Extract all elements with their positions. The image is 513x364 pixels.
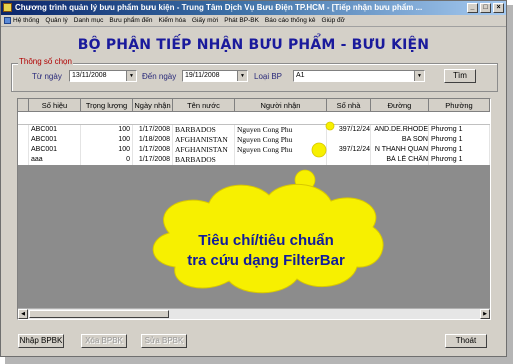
- callout-line-2: tra cứu dạng FilterBar: [187, 252, 345, 269]
- edit-button[interactable]: Sửa BPBK: [141, 334, 187, 348]
- app-window: Chương trình quản lý bưu phẩm bưu kiện -…: [0, 0, 507, 357]
- callout-bubble-small: [325, 121, 335, 131]
- callout-text: Tiêu chí/tiêu chuẩn tra cứu dạng FilterB…: [161, 231, 371, 271]
- callout-bubble-medium: [311, 142, 327, 158]
- window-shadow-right: [507, 5, 513, 360]
- callout-line-1: Tiêu chí/tiêu chuẩn: [198, 232, 334, 249]
- import-button[interactable]: Nhập BPBK: [18, 334, 64, 348]
- window-shadow-bottom: [5, 357, 513, 364]
- exit-button[interactable]: Thoát: [445, 334, 487, 348]
- callout-graphic: [152, 121, 384, 294]
- delete-button[interactable]: Xóa BPBK: [81, 334, 127, 348]
